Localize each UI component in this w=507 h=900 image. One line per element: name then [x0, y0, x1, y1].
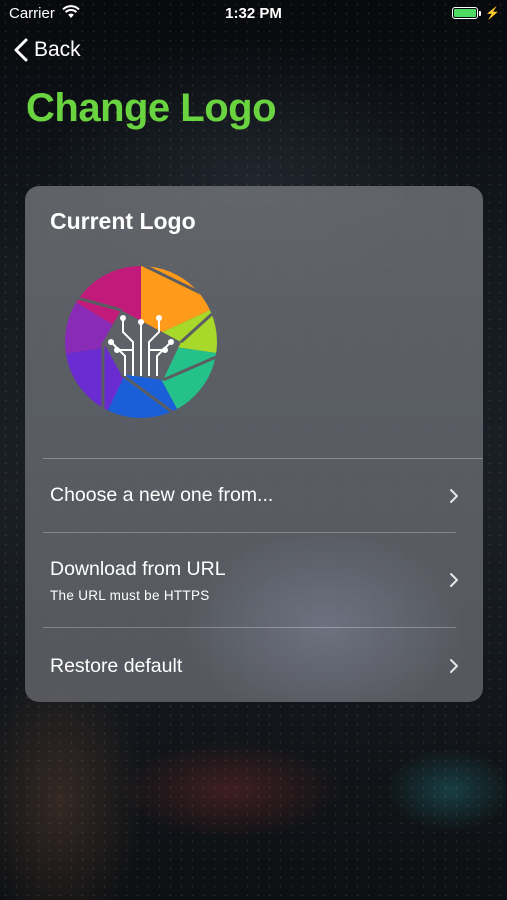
chevron-right-icon: [450, 659, 458, 673]
current-logo-image: [65, 266, 217, 418]
choose-logo-row[interactable]: Choose a new one from...: [25, 459, 483, 533]
back-button[interactable]: Back: [14, 38, 81, 62]
chevron-right-icon: [450, 573, 458, 587]
battery-icon: ⚡: [452, 6, 500, 20]
card-title: Current Logo: [50, 208, 196, 234]
charging-bolt-icon: ⚡: [485, 6, 500, 20]
status-time: 1:32 PM: [225, 5, 282, 22]
logo-settings-card: Current Logo Choose a new one from... Do…: [25, 186, 483, 702]
back-label: Back: [34, 38, 81, 61]
download-url-row[interactable]: Download from URL The URL must be HTTPS: [25, 533, 483, 627]
restore-default-row[interactable]: Restore default: [25, 628, 483, 702]
row-label: Download from URL: [50, 558, 226, 580]
status-bar: Carrier 1:32 PM ⚡: [0, 0, 507, 28]
row-label: Choose a new one from...: [50, 484, 274, 506]
chevron-left-icon: [14, 38, 28, 62]
page-title: Change Logo: [26, 86, 277, 130]
chevron-right-icon: [450, 489, 458, 503]
row-label: Restore default: [50, 655, 183, 677]
row-subtitle: The URL must be HTTPS: [50, 588, 210, 603]
